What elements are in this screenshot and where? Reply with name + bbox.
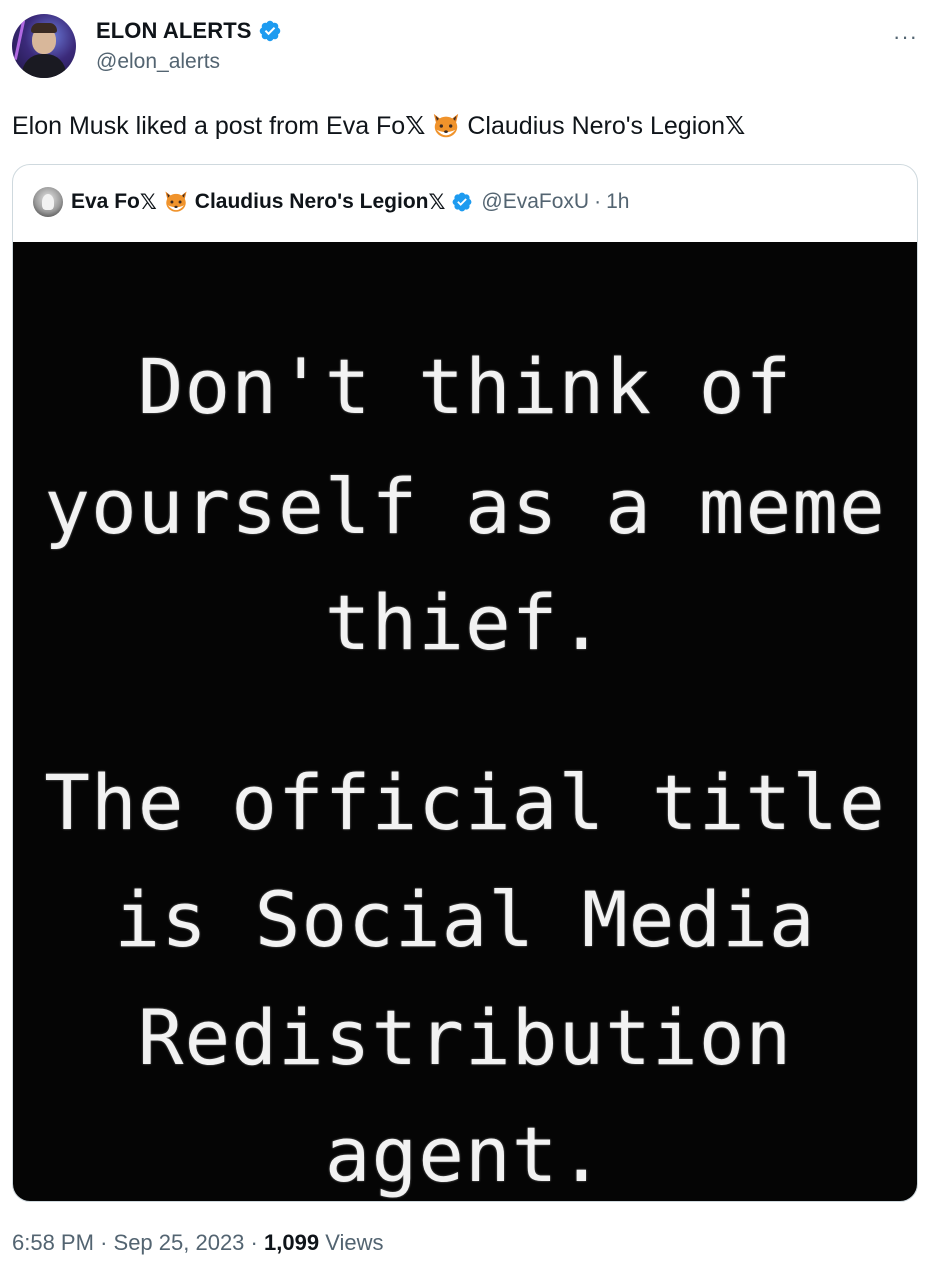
- verified-badge-icon: [452, 192, 472, 212]
- views-label: Views: [325, 1230, 384, 1255]
- image-text-line: Don't think of: [137, 342, 793, 431]
- image-text-line: yourself as a meme: [44, 462, 886, 551]
- tweet-text: Elon Musk liked a post from Eva Fo 𝕏 Cla…: [12, 110, 745, 142]
- fox-emoji-icon: [165, 191, 187, 212]
- separator-dot: ·: [250, 1230, 258, 1255]
- image-text-line: agent.: [324, 1110, 606, 1199]
- separator-dot: ·: [100, 1230, 108, 1255]
- tweet-header: ELON ALERTS @elon_alerts ···: [12, 12, 922, 80]
- author-display-name[interactable]: ELON ALERTS: [96, 18, 252, 44]
- tweet-text-part: Elon Musk liked a post from Eva Fo: [12, 112, 406, 140]
- quoted-post-header: Eva Fo 𝕏 Claudius Nero's Legion 𝕏 @EvaFo…: [33, 187, 629, 217]
- image-text-line: The official title: [44, 758, 886, 847]
- image-text-line: thief.: [324, 578, 606, 667]
- image-text-line: Redistribution: [137, 993, 793, 1082]
- verified-badge-icon: [259, 20, 280, 42]
- post-date[interactable]: Sep 25, 2023: [114, 1230, 245, 1255]
- x-logo-text: 𝕏: [405, 111, 426, 140]
- quoted-handle[interactable]: @EvaFoxU: [481, 190, 589, 214]
- tweet-text-part: Claudius Nero's Legion: [467, 112, 726, 140]
- fox-emoji-icon: [434, 113, 459, 138]
- quoted-timestamp[interactable]: 1h: [606, 190, 629, 214]
- tweet-footer: 6:58 PM · Sep 25, 2023 · 1,099 Views: [12, 1230, 383, 1256]
- quoted-image[interactable]: Don't think of yourself as a meme thief.…: [13, 242, 917, 1201]
- views-count: 1,099: [264, 1230, 320, 1255]
- image-text-line: is Social Media: [114, 875, 816, 964]
- x-logo-text: 𝕏: [725, 111, 746, 140]
- separator-dot: ·: [594, 190, 602, 213]
- more-options-icon[interactable]: ···: [893, 24, 918, 50]
- post-time[interactable]: 6:58 PM: [12, 1230, 94, 1255]
- author-name-row[interactable]: ELON ALERTS: [96, 18, 282, 44]
- author-handle[interactable]: @elon_alerts: [96, 50, 220, 74]
- avatar[interactable]: [12, 14, 76, 78]
- quoted-post[interactable]: Eva Fo 𝕏 Claudius Nero's Legion 𝕏 @EvaFo…: [12, 164, 918, 1202]
- quoted-display-name[interactable]: Eva Fo 𝕏 Claudius Nero's Legion 𝕏: [71, 189, 445, 215]
- quoted-avatar[interactable]: [33, 187, 63, 217]
